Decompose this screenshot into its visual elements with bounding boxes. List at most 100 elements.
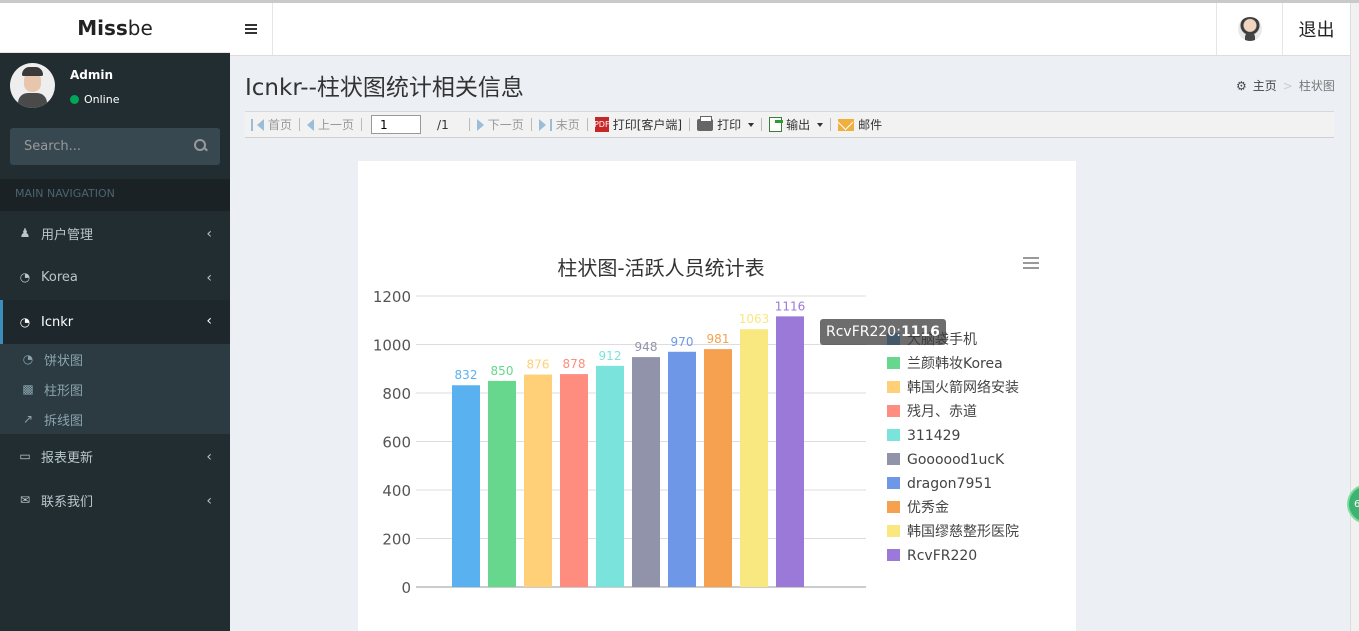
floating-widget-button[interactable]: 6 bbox=[1347, 484, 1359, 524]
bar-6[interactable] bbox=[632, 357, 660, 587]
printer-icon bbox=[697, 115, 714, 131]
bar-9[interactable] bbox=[740, 329, 768, 587]
print-client-button[interactable]: PDF 打印[客户端] bbox=[589, 111, 688, 138]
legend-swatch[interactable] bbox=[887, 429, 900, 441]
page-number-input[interactable] bbox=[371, 115, 422, 134]
last-page-button[interactable]: 末页 bbox=[533, 111, 586, 138]
legend-swatch[interactable] bbox=[887, 549, 900, 561]
pie-icon: ◔ bbox=[22, 352, 34, 366]
user-menu-button[interactable] bbox=[1216, 3, 1282, 55]
legend-swatch[interactable] bbox=[887, 405, 900, 417]
bar-2[interactable] bbox=[488, 380, 516, 587]
bar-3[interactable] bbox=[524, 374, 552, 587]
bar-value-label: 970 bbox=[671, 335, 694, 349]
last-page-icon bbox=[549, 118, 552, 131]
breadcrumb: ⚙ 主页 > 柱状图 bbox=[1236, 77, 1335, 94]
next-page-button[interactable]: 下一页 bbox=[471, 111, 530, 138]
bar-7[interactable] bbox=[668, 351, 696, 587]
user-status-text: Online bbox=[84, 93, 120, 106]
bar-value-label: 1116 bbox=[775, 299, 806, 313]
last-arrow-icon bbox=[538, 118, 546, 131]
bar-10[interactable] bbox=[776, 316, 804, 587]
next-icon bbox=[476, 118, 484, 131]
sidebar-item-label: 报表更新 bbox=[41, 450, 94, 466]
chart-panel: 柱状图-活跃人员统计表 0 200 400 600 800 1000 1200 832 850 8… bbox=[358, 161, 1076, 631]
bar-4[interactable] bbox=[560, 374, 588, 587]
sidebar-subitem-pie[interactable]: ◔ 饼状图 bbox=[0, 344, 230, 374]
toolbar-divider bbox=[586, 118, 588, 131]
search-icon[interactable] bbox=[194, 139, 208, 153]
legend-swatch[interactable] bbox=[887, 357, 900, 369]
bar-8[interactable] bbox=[704, 349, 732, 587]
breadcrumb-home-link[interactable]: 主页 bbox=[1253, 77, 1277, 94]
user-avatar bbox=[10, 63, 55, 108]
tooltip-value: 1116 bbox=[900, 324, 940, 340]
legend-item[interactable]: 韩国火箭网络安装 bbox=[907, 379, 1019, 396]
sidebar-subitem-bar[interactable]: ▩ 柱形图 bbox=[0, 374, 230, 404]
first-page-label: 首页 bbox=[268, 118, 293, 132]
y-tick-label: 0 bbox=[401, 579, 411, 597]
chart-tooltip: RcvFR220:1116 bbox=[820, 319, 946, 345]
mail-button[interactable]: 邮件 bbox=[832, 111, 888, 138]
user-name: Admin bbox=[70, 68, 114, 82]
chevron-left-icon: ‹ bbox=[206, 270, 212, 286]
sidebar-item-report-update[interactable]: ▭ 报表更新 ‹ bbox=[0, 434, 230, 478]
pie-icon: ◔ bbox=[19, 270, 31, 284]
sidebar-item-contact[interactable]: ✉ 联系我们 ‹ bbox=[0, 478, 230, 522]
y-tick-label: 1000 bbox=[373, 337, 411, 355]
legend-swatch[interactable] bbox=[887, 477, 900, 489]
prev-page-button[interactable]: 上一页 bbox=[301, 111, 360, 138]
legend-swatch[interactable] bbox=[887, 381, 900, 393]
sidebar-item-label: Icnkr bbox=[41, 314, 74, 330]
report-toolbar: 首页 上一页 /1 下一页 末页 PDF打印[客户端] 打印 输出 邮件 bbox=[245, 111, 1334, 138]
app-logo[interactable]: Miss be bbox=[0, 3, 230, 53]
y-tick-label: 800 bbox=[382, 385, 411, 403]
sidebar-item-user-management[interactable]: ♟ 用户管理 ‹ bbox=[0, 211, 230, 255]
legend-item[interactable]: Goooood1ucK bbox=[907, 452, 1005, 468]
sidebar-item-icnkr[interactable]: ◔ Icnkr ‹ bbox=[0, 300, 230, 344]
pdf-icon: PDF bbox=[594, 117, 610, 132]
search-input[interactable] bbox=[10, 128, 190, 165]
logout-button[interactable]: 退出 bbox=[1282, 3, 1350, 55]
chart-title: 柱状图-活跃人员统计表 bbox=[557, 256, 764, 280]
chevron-down-icon: ‹ bbox=[206, 313, 212, 329]
bar-value-label: 948 bbox=[635, 340, 658, 354]
legend-item[interactable]: 优秀金 bbox=[907, 500, 949, 516]
legend-item[interactable]: 311429 bbox=[907, 428, 960, 444]
legend-item[interactable]: 韩国缪慈整形医院 bbox=[907, 524, 1019, 540]
mail-icon bbox=[838, 118, 855, 131]
bar-5[interactable] bbox=[596, 365, 624, 587]
bar-value-label: 981 bbox=[707, 332, 730, 346]
envelope-icon: ✉ bbox=[19, 493, 31, 507]
legend-swatch[interactable] bbox=[887, 501, 900, 513]
toolbar-divider bbox=[468, 118, 470, 131]
legend-item[interactable]: 兰颜韩妆Korea bbox=[907, 356, 1003, 372]
sidebar-item-korea[interactable]: ◔ Korea ‹ bbox=[0, 255, 230, 299]
breadcrumb-separator: > bbox=[1282, 78, 1293, 93]
scrollbar[interactable] bbox=[1350, 3, 1359, 631]
sidebar-subitem-label: 饼状图 bbox=[44, 353, 84, 369]
first-page-button[interactable]: 首页 bbox=[245, 111, 298, 138]
legend-swatch[interactable] bbox=[887, 525, 900, 537]
sidebar-subitem-line[interactable]: ↗ 拆线图 bbox=[0, 404, 230, 434]
print-button[interactable]: 打印 bbox=[691, 111, 760, 138]
y-tick-label: 600 bbox=[382, 434, 411, 452]
chevron-left-icon: ‹ bbox=[206, 449, 212, 465]
top-header: 退出 bbox=[230, 3, 1350, 56]
page-jump: /1 bbox=[363, 111, 455, 138]
legend-swatch[interactable] bbox=[887, 453, 900, 465]
sidebar-subitem-label: 拆线图 bbox=[44, 413, 84, 429]
chart-menu-icon[interactable] bbox=[1023, 257, 1039, 269]
export-button[interactable]: 输出 bbox=[763, 111, 829, 138]
user-icon: ♟ bbox=[19, 226, 31, 240]
sidebar-toggle-button[interactable] bbox=[230, 3, 273, 55]
y-tick-label: 400 bbox=[382, 482, 411, 500]
toolbar-divider bbox=[689, 118, 691, 131]
y-tick-label: 200 bbox=[382, 531, 411, 549]
legend-item[interactable]: RcvFR220 bbox=[907, 548, 977, 564]
caret-down-icon bbox=[817, 122, 824, 127]
chevron-left-icon: ‹ bbox=[206, 493, 212, 509]
legend-item[interactable]: 残月、赤道 bbox=[907, 404, 977, 420]
bar-1[interactable] bbox=[452, 385, 480, 587]
legend-item[interactable]: dragon7951 bbox=[907, 476, 992, 492]
